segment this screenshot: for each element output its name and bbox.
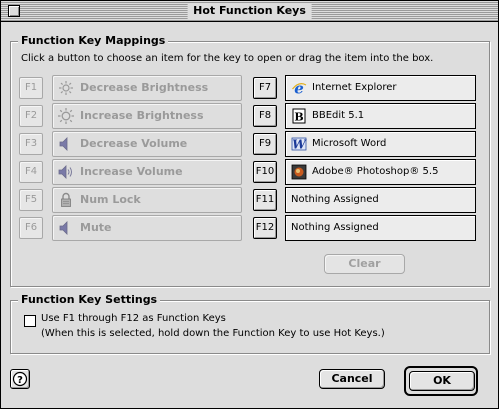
f2-key-button[interactable]: F2 — [19, 105, 43, 127]
svg-text:e: e — [294, 80, 304, 96]
f8-app-name: BBEdit 5.1 — [312, 110, 365, 121]
f9-app-name: Microsoft Word — [312, 138, 387, 149]
decrease-volume-button[interactable]: Decrease Volume — [52, 131, 242, 157]
f6-key-button[interactable]: F6 — [19, 217, 43, 239]
sun-large-icon — [58, 108, 74, 124]
use-function-keys-label[interactable]: Use F1 through F12 as Function Keys — [41, 313, 226, 324]
f9-key-button[interactable]: F9 — [253, 133, 277, 155]
f11-key-button[interactable]: F11 — [253, 189, 277, 211]
title-bar[interactable]: Hot Function Keys — [1, 1, 498, 22]
svg-text:W: W — [292, 138, 307, 152]
num-lock-label: Num Lock — [80, 193, 141, 206]
help-button[interactable]: ? — [10, 369, 30, 389]
f12-assignment-box[interactable]: Nothing Assigned — [285, 215, 476, 241]
f3-key-button[interactable]: F3 — [19, 133, 43, 155]
close-box[interactable] — [8, 5, 20, 17]
f10-key-button[interactable]: F10 — [253, 161, 277, 183]
function-keys-note: (When this is selected, hold down the Fu… — [41, 328, 385, 339]
f8-key-button[interactable]: F8 — [253, 105, 277, 127]
speaker-mute-icon — [59, 221, 68, 235]
f10-app-name: Adobe® Photoshop® 5.5 — [312, 166, 439, 177]
bbedit-icon: B — [292, 108, 306, 124]
microsoft-word-icon: W — [291, 138, 307, 152]
padlock-icon — [61, 192, 71, 207]
f12-app-name: Nothing Assigned — [291, 222, 379, 233]
f11-app-name: Nothing Assigned — [291, 194, 379, 205]
increase-brightness-button[interactable]: Increase Brightness — [52, 103, 242, 129]
num-lock-button[interactable]: Num Lock — [52, 187, 242, 213]
f5-key-button[interactable]: F5 — [19, 189, 43, 211]
f11-assignment-box[interactable]: Nothing Assigned — [285, 187, 476, 213]
f12-key-button[interactable]: F12 — [253, 217, 277, 239]
f9-assignment-box[interactable]: W Microsoft Word — [285, 131, 476, 157]
mappings-group-title: Function Key Mappings — [18, 34, 169, 48]
decrease-volume-label: Decrease Volume — [80, 137, 188, 150]
settings-group — [10, 300, 490, 354]
svg-text:?: ? — [17, 375, 23, 386]
increase-volume-label: Increase Volume — [80, 165, 183, 178]
increase-brightness-label: Increase Brightness — [80, 109, 204, 122]
sun-small-icon — [59, 81, 73, 95]
decrease-brightness-button[interactable]: Decrease Brightness — [52, 75, 242, 101]
f4-key-button[interactable]: F4 — [19, 161, 43, 183]
cancel-button[interactable]: Cancel — [319, 369, 385, 389]
use-function-keys-checkbox[interactable] — [24, 315, 36, 327]
mute-button[interactable]: Mute — [52, 215, 242, 241]
internet-explorer-icon: e — [292, 80, 307, 96]
speaker-high-icon — [58, 165, 72, 179]
increase-volume-button[interactable]: Increase Volume — [52, 159, 242, 185]
window-title: Hot Function Keys — [187, 3, 312, 19]
settings-group-title: Function Key Settings — [18, 293, 161, 307]
clear-button[interactable]: Clear — [324, 254, 405, 274]
mute-label: Mute — [80, 221, 112, 234]
ok-button[interactable]: OK — [409, 371, 475, 391]
hot-function-keys-window: Hot Function Keys Function Key Mappings … — [0, 0, 499, 409]
decrease-brightness-label: Decrease Brightness — [80, 81, 209, 94]
mappings-instructions: Click a button to choose an item for the… — [21, 53, 434, 64]
f7-assignment-box[interactable]: e Internet Explorer — [285, 75, 476, 101]
f8-assignment-box[interactable]: B BBEdit 5.1 — [285, 103, 476, 129]
f1-key-button[interactable]: F1 — [19, 77, 43, 99]
help-icon: ? — [12, 371, 28, 387]
speaker-low-icon — [59, 137, 68, 151]
svg-text:B: B — [294, 111, 303, 124]
photoshop-icon — [291, 164, 307, 180]
f7-key-button[interactable]: F7 — [253, 77, 277, 99]
f7-app-name: Internet Explorer — [312, 82, 397, 93]
f10-assignment-box[interactable]: Adobe® Photoshop® 5.5 — [285, 159, 476, 185]
